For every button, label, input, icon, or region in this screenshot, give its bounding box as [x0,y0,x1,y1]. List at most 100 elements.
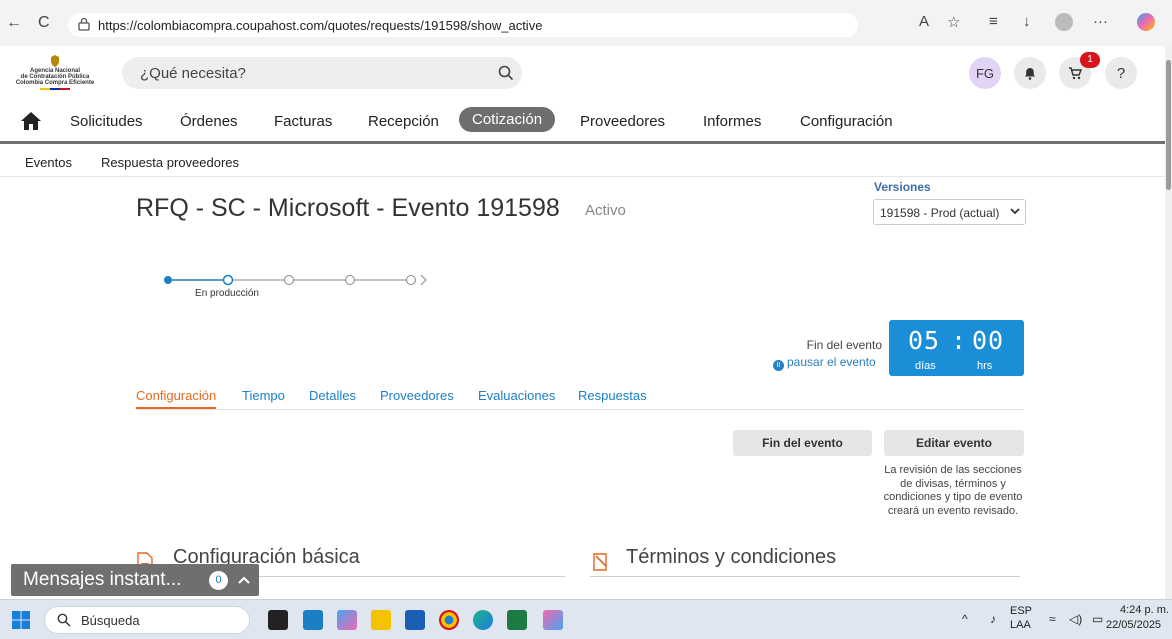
task-view-icon[interactable] [268,610,288,630]
instant-messages-widget[interactable]: Mensajes instant... 0 [11,564,259,596]
version-selected-value: 191598 - Prod (actual) [880,206,1000,220]
tab-proveedores[interactable]: Proveedores [380,388,454,403]
step-3 [284,275,294,285]
progress-stepper [164,274,427,286]
app-header: Agencia Nacional de Contratación Pública… [0,46,1165,102]
section-title-terms: Términos y condiciones [626,546,837,568]
clock-date: 22/05/2025 [1106,619,1162,631]
nav-recepcion[interactable]: Recepción [368,113,439,130]
step-5 [406,275,416,285]
app-l-icon[interactable] [303,610,323,630]
countdown-days-label: días [915,360,936,372]
site-info-icon[interactable] [78,17,90,31]
clock-time[interactable]: 4:24 p. m. [1120,604,1169,616]
sub-navigation: Eventos Respuesta proveedores [0,147,1165,177]
status-badge: Activo [585,202,626,219]
countdown-hours: 00 [972,326,1005,355]
nav-ordenes[interactable]: Órdenes [180,113,238,130]
chevron-down-icon[interactable] [1009,205,1021,217]
copilot-app-icon[interactable] [337,610,357,630]
cart-count-badge: 1 [1080,52,1100,68]
tab-configuracion[interactable]: Configuración [136,388,217,409]
chrome-icon[interactable] [439,610,459,630]
tab-tiempo[interactable]: Tiempo [242,388,285,403]
countdown-timer: 05 : 00 días hrs [889,320,1024,376]
versions-label: Versiones [874,180,931,194]
version-select[interactable]: 191598 - Prod (actual) [873,199,1026,225]
profile-icon[interactable] [1055,13,1073,31]
url-text: https://colombiacompra.coupahost.com/quo… [98,18,543,33]
nav-facturas[interactable]: Facturas [274,113,332,130]
file-explorer-icon[interactable] [371,610,391,630]
cart-icon [1069,66,1082,79]
avatar[interactable]: FG [969,57,1001,89]
read-aloud-icon[interactable]: A [919,13,929,30]
nav-solicitudes[interactable]: Solicitudes [70,113,143,130]
volume-icon[interactable]: ◁) [1069,612,1082,626]
end-event-button[interactable]: Fin del evento [733,430,872,456]
step-1-complete [164,276,172,284]
event-end-label: Fin del evento [806,338,882,352]
windows-start-icon[interactable] [12,611,30,629]
pause-icon: II [773,360,784,371]
subnav-respuesta-proveedores[interactable]: Respuesta proveedores [101,155,239,170]
microphone-icon[interactable]: ♪ [990,612,996,626]
windows-taskbar: Búsqueda ^ ♪ ESP LAA ≈ ◁) ▭ 4:24 p. m. 2… [0,599,1172,639]
step-4 [345,275,355,285]
snipping-tool-icon[interactable] [543,610,563,630]
search-icon [57,613,71,627]
tab-respuestas[interactable]: Respuestas [578,388,647,403]
taskbar-search-label: Búsqueda [81,613,140,628]
help-button[interactable]: ? [1105,57,1137,89]
search-input[interactable]: ¿Qué necesita? [122,57,522,89]
language-line-2: LAA [1010,619,1031,631]
logo-line-3: Colombia Compra Eficiente [15,80,95,86]
countdown-days: 05 [908,326,941,355]
countdown-separator: : [951,326,967,355]
step-2-current [222,274,234,286]
downloads-icon[interactable]: ↓ [1023,13,1031,30]
page-scrollbar[interactable] [1165,46,1172,599]
flag-bar [40,88,70,90]
home-icon[interactable] [20,111,42,131]
countdown-hours-label: hrs [977,360,993,372]
reload-icon[interactable]: C [38,14,50,32]
crest-icon [51,55,59,67]
address-bar[interactable]: https://colombiacompra.coupahost.com/quo… [68,13,858,37]
excel-icon[interactable] [507,610,527,630]
pause-event-link[interactable]: II pausar el evento [773,355,876,371]
wifi-icon[interactable]: ≈ [1049,612,1056,626]
more-icon[interactable]: ··· [1093,13,1108,30]
tab-evaluaciones[interactable]: Evaluaciones [478,388,555,403]
edge-icon[interactable] [473,610,493,630]
search-icon[interactable] [498,65,514,81]
agency-logo[interactable]: Agencia Nacional de Contratación Pública… [10,54,100,96]
messenger-count-badge: 0 [209,571,228,590]
scrollbar-thumb[interactable] [1166,60,1171,190]
nav-cotizacion[interactable]: Cotización [459,107,556,132]
taskbar-search[interactable]: Búsqueda [44,606,250,634]
copilot-icon[interactable] [1137,13,1155,31]
chevron-up-icon[interactable] [237,573,251,587]
search-placeholder: ¿Qué necesita? [140,65,246,82]
subnav-eventos[interactable]: Eventos [25,155,72,170]
favorites-list-icon[interactable]: ≡ [989,13,998,30]
event-tabs: Configuración Tiempo Detalles Proveedore… [136,386,1024,410]
step-arrow [420,274,427,286]
store-icon[interactable] [405,610,425,630]
tab-detalles[interactable]: Detalles [309,388,356,403]
step-label: En producción [195,288,259,299]
nav-proveedores[interactable]: Proveedores [580,113,665,130]
notifications-button[interactable] [1014,57,1046,89]
bell-icon [1025,67,1035,80]
nav-configuracion[interactable]: Configuración [800,113,893,130]
chevron-up-icon[interactable]: ^ [962,612,968,626]
nav-informes[interactable]: Informes [703,113,761,130]
favorite-icon[interactable]: ☆ [947,13,960,31]
main-navigation: Solicitudes Órdenes Facturas Recepción C… [0,102,1165,144]
page-title: RFQ - SC - Microsoft - Evento 191598 [136,194,560,222]
battery-icon[interactable]: ▭ [1092,612,1103,626]
language-line-1[interactable]: ESP [1010,605,1032,617]
edit-event-button[interactable]: Editar evento [884,430,1024,456]
back-icon[interactable]: ← [6,14,22,32]
